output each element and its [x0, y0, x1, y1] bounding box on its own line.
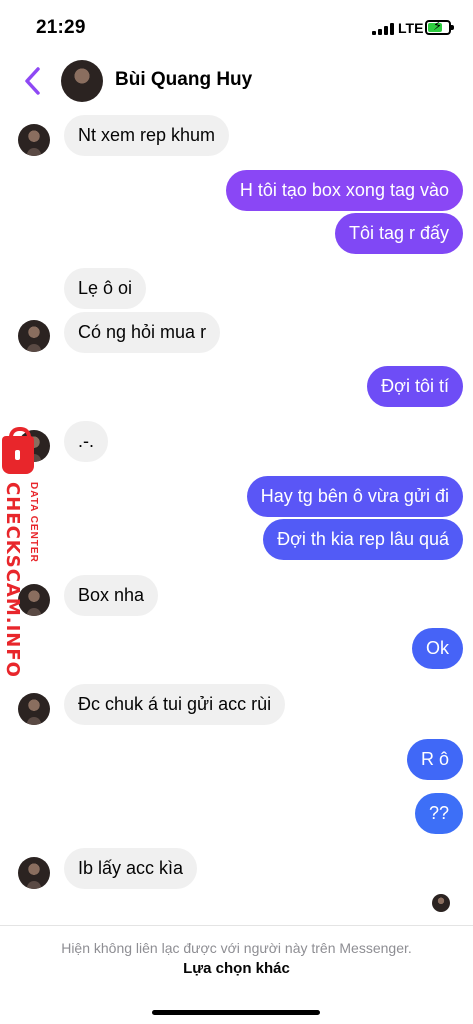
watermark-sub-text: DATA CENTER [28, 482, 39, 563]
sender-avatar[interactable] [18, 857, 50, 889]
chat-header: Bùi Quang Huy [0, 56, 473, 106]
message-outgoing[interactable]: R ô [406, 739, 463, 780]
watermark-main-text: CHECKSCAM.INFO [2, 482, 23, 678]
unavailable-notice: Hiện không liên lạc được với người này t… [61, 940, 412, 956]
sender-avatar[interactable] [18, 124, 50, 156]
message-incoming[interactable]: Lẹ ô oi [64, 268, 147, 309]
message-incoming[interactable]: Ib lấy acc kìa [64, 848, 198, 889]
message-outgoing[interactable]: H tôi tạo box xong tag vào [225, 170, 463, 211]
other-options-button[interactable]: Lựa chọn khác [0, 960, 473, 977]
home-indicator[interactable] [152, 1010, 320, 1015]
signal-icon [372, 23, 394, 35]
message-incoming[interactable]: Nt xem rep khum [64, 115, 230, 156]
contact-name[interactable]: Bùi Quang Huy [115, 69, 252, 91]
message-outgoing[interactable]: Ok [411, 628, 463, 669]
sender-avatar[interactable] [18, 320, 50, 352]
battery-icon: ⚡ [425, 19, 454, 35]
watermark: CHECKSCAM.INFO DATA CENTER [0, 427, 46, 678]
message-incoming[interactable]: Có ng hỏi mua r [64, 312, 221, 353]
message-incoming[interactable]: Box nha [64, 575, 159, 616]
message-outgoing[interactable]: Tôi tag r đấy [334, 213, 463, 254]
composer-unavailable-footer: Hiện không liên lạc được với người này t… [0, 925, 473, 1024]
seen-indicator-avatar [432, 894, 450, 912]
message-incoming[interactable]: .-. [64, 421, 108, 462]
message-outgoing[interactable]: Hay tg bên ô vừa gửi đi [246, 476, 463, 517]
network-type: LTE [398, 20, 424, 36]
status-bar: 21:29 LTE ⚡ [0, 0, 473, 56]
sender-avatar[interactable] [18, 693, 50, 725]
message-outgoing[interactable]: Đợi th kia rep lâu quá [263, 519, 463, 560]
back-chevron-icon[interactable] [20, 64, 46, 98]
message-incoming[interactable]: Đc chuk á tui gửi acc rùi [64, 684, 286, 725]
contact-avatar[interactable] [61, 60, 103, 102]
lock-icon [2, 427, 34, 474]
message-outgoing[interactable]: Đợi tôi tí [367, 366, 463, 407]
message-outgoing[interactable]: ?? [414, 793, 463, 834]
status-time: 21:29 [36, 17, 86, 38]
